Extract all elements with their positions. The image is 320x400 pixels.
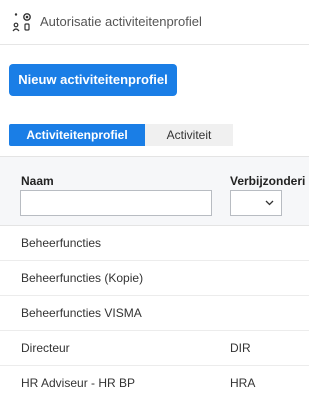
row-verbijzondering: DIR xyxy=(230,341,251,355)
table-row[interactable]: Beheerfuncties xyxy=(0,226,309,261)
chevron-down-icon xyxy=(265,200,274,206)
row-naam: Beheerfuncties xyxy=(21,236,102,250)
row-naam: Directeur xyxy=(21,341,70,355)
column-header-naam[interactable]: Naam xyxy=(21,174,54,188)
table-row[interactable]: Directeur DIR xyxy=(0,331,309,366)
app-header: Autorisatie activiteitenprofiel xyxy=(0,0,309,45)
table-row[interactable]: Beheerfuncties (Kopie) xyxy=(0,261,309,296)
page-title: Autorisatie activiteitenprofiel xyxy=(40,14,202,29)
naam-filter-input[interactable] xyxy=(20,190,212,216)
tab-bar: Activiteitenprofiel Activiteit xyxy=(9,124,233,146)
verbijzondering-filter-select[interactable] xyxy=(230,190,282,216)
row-naam: Beheerfuncties (Kopie) xyxy=(21,271,144,285)
row-naam: Beheerfuncties VISMA xyxy=(21,306,142,320)
column-header-verbijzondering[interactable]: Verbijzonderi xyxy=(230,174,305,188)
row-verbijzondering: HRA xyxy=(230,376,256,390)
user-settings-icon xyxy=(12,13,31,32)
tab-activiteitenprofiel[interactable]: Activiteitenprofiel xyxy=(9,124,145,146)
tab-activiteit[interactable]: Activiteit xyxy=(145,124,233,146)
row-naam: HR Adviseur - HR BP xyxy=(21,376,136,390)
table-header: Naam Verbijzonderi xyxy=(0,156,309,226)
table-row[interactable]: Beheerfuncties VISMA xyxy=(0,296,309,331)
new-activity-profile-button[interactable]: Nieuw activiteitenprofiel xyxy=(9,64,177,96)
table-row[interactable]: HR Adviseur - HR BP HRA xyxy=(0,366,309,400)
profiles-table: Naam Verbijzonderi Beheerfuncties Beheer… xyxy=(0,156,309,400)
